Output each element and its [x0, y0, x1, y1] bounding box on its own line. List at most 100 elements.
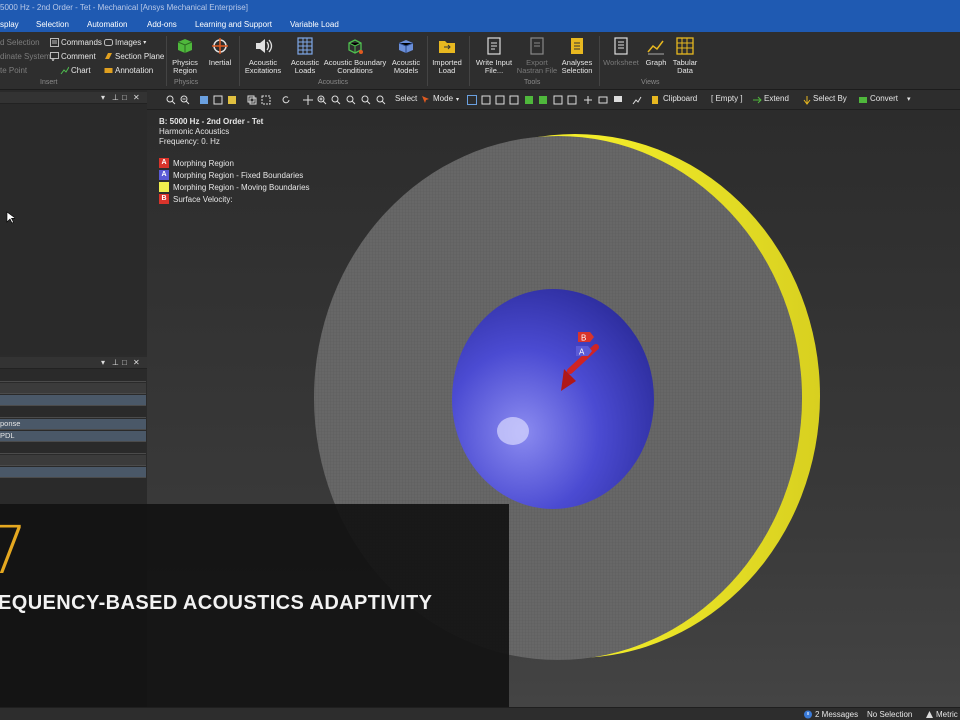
menu-learning-support[interactable]: Learning and Support	[195, 20, 272, 29]
close-icon[interactable]: ✕	[133, 358, 140, 367]
pin-icon[interactable]: ⊥	[112, 358, 119, 367]
box-select-icon[interactable]	[261, 95, 271, 105]
pan-icon[interactable]	[303, 95, 313, 105]
images-button[interactable]: Images ▾	[104, 38, 146, 47]
select-element-face-icon[interactable]	[553, 95, 563, 105]
convert-icon[interactable]	[858, 95, 868, 105]
details-row[interactable]	[0, 407, 146, 418]
physics-region-button[interactable]: Physics Region	[170, 35, 200, 75]
write-file-icon	[487, 37, 501, 55]
analysis-title: B: 5000 Hz - 2nd Order - Tet	[159, 117, 264, 126]
comment-icon[interactable]	[613, 95, 623, 105]
extend-icon[interactable]	[752, 95, 762, 105]
acoustic-excitations-button[interactable]: Acoustic Excitations	[241, 35, 285, 75]
units-icon[interactable]	[925, 710, 934, 719]
label-icon[interactable]	[598, 95, 608, 105]
select-edge-icon[interactable]	[481, 95, 491, 105]
acoustic-boundary-conditions-button[interactable]: Acoustic Boundary Conditions	[322, 35, 388, 75]
chart-icon[interactable]	[632, 95, 642, 105]
toolbar-overflow-icon[interactable]: ▾	[907, 95, 911, 103]
inertial-button[interactable]: Inertial	[205, 35, 235, 67]
select-by-icon[interactable]	[802, 95, 812, 105]
legend-item-moving-boundaries: Morphing Region - Moving Boundaries	[159, 181, 310, 193]
table-icon	[676, 37, 694, 55]
tabular-data-button[interactable]: Tabular Data	[670, 35, 700, 75]
legend-item-surface-velocity: B Surface Velocity:	[159, 193, 310, 205]
clipboard-dropdown[interactable]: Clipboard	[663, 94, 697, 103]
graph-button[interactable]: Graph	[642, 35, 670, 67]
write-input-file-button[interactable]: Write Input File...	[472, 35, 516, 75]
close-icon[interactable]: ✕	[133, 93, 140, 102]
extend-dropdown[interactable]: Extend	[764, 94, 789, 103]
select-body-icon[interactable]	[509, 95, 519, 105]
details-row[interactable]	[0, 455, 146, 466]
coordinate-system-button[interactable]: dinate System	[0, 52, 51, 61]
select-face-icon[interactable]	[495, 95, 505, 105]
rotate-icon[interactable]	[281, 95, 291, 105]
acoustic-loads-button[interactable]: Acoustic Loads	[288, 35, 322, 75]
remote-point-button[interactable]: te Point	[0, 66, 27, 75]
inner-sphere-fixed-boundary[interactable]	[452, 289, 654, 509]
analysis-frequency: Frequency: 0. Hz	[159, 137, 220, 146]
menu-display[interactable]: splay	[0, 20, 19, 29]
chevron-down-icon[interactable]: ▾	[101, 93, 105, 102]
zoom-in-icon[interactable]	[317, 95, 327, 105]
details-row[interactable]	[0, 383, 146, 394]
messages-icon[interactable]	[803, 710, 813, 719]
menu-bar: splay Selection Automation Add-ons Learn…	[0, 17, 960, 32]
chart-icon	[60, 66, 69, 75]
chevron-down-icon[interactable]: ▾	[101, 358, 105, 367]
maximize-icon[interactable]: □	[122, 358, 127, 367]
select-by-dropdown[interactable]: Select By	[813, 94, 847, 103]
zoom-fit-icon[interactable]	[346, 95, 356, 105]
cursor-mode-icon[interactable]	[421, 95, 431, 105]
details-row-apdl[interactable]: PDL	[0, 431, 146, 442]
select-mode-icon[interactable]	[247, 95, 257, 105]
annotation-button[interactable]: Annotation	[104, 66, 153, 75]
menu-variable-load[interactable]: Variable Load	[290, 20, 339, 29]
maximize-icon[interactable]: □	[122, 93, 127, 102]
pin-icon[interactable]: ⊥	[112, 93, 119, 102]
worksheet-button[interactable]: Worksheet	[602, 35, 640, 67]
zoom-icon[interactable]	[166, 95, 176, 105]
clipboard-icon[interactable]	[650, 95, 660, 105]
acoustic-models-button[interactable]: Acoustic Models	[388, 35, 424, 75]
shaded-view-icon[interactable]	[199, 95, 209, 105]
chart-button[interactable]: Chart	[60, 66, 91, 75]
edges-icon[interactable]	[227, 95, 237, 105]
zoom-to-fit-icon[interactable]	[361, 95, 371, 105]
details-row[interactable]	[0, 395, 146, 406]
chevron-down-icon: ▾	[456, 97, 460, 103]
select-vertex-icon[interactable]	[467, 95, 477, 105]
select-mesh-icon[interactable]	[567, 95, 577, 105]
legend-item-morphing-region: A Morphing Region	[159, 157, 310, 169]
convert-dropdown[interactable]: Convert	[870, 94, 898, 103]
analyses-selection-button[interactable]: Analyses Selection	[558, 35, 596, 75]
comment-button[interactable]: Comment	[50, 52, 96, 61]
menu-automation[interactable]: Automation	[87, 20, 127, 29]
split-icon[interactable]	[583, 95, 593, 105]
section-plane-button[interactable]: Section Plane	[104, 52, 164, 61]
select-button[interactable]: Select	[395, 94, 417, 103]
imported-load-button[interactable]: Imported Load	[430, 35, 464, 75]
messages-count[interactable]: 2 Messages	[815, 710, 858, 719]
viewport-legend: A Morphing Region A Morphing Region - Fi…	[159, 157, 310, 205]
zoom-out-icon[interactable]	[180, 95, 190, 105]
mode-dropdown[interactable]: Mode	[433, 94, 453, 103]
select-element-icon[interactable]	[538, 95, 548, 105]
units-display[interactable]: Metric	[936, 710, 958, 719]
commands-button[interactable]: Commands	[50, 38, 102, 47]
select-node-icon[interactable]	[524, 95, 534, 105]
magnifier-icon[interactable]	[376, 95, 386, 105]
zoom-box-icon[interactable]	[331, 95, 341, 105]
details-row[interactable]	[0, 443, 146, 454]
details-row-response[interactable]: ponse	[0, 419, 146, 430]
menu-selection[interactable]: Selection	[36, 20, 69, 29]
named-selection-button[interactable]: d Selection	[0, 38, 40, 47]
export-nastran-file-button[interactable]: Export Nastran File	[516, 35, 558, 75]
group-views-label: Views	[641, 79, 660, 86]
details-row[interactable]	[0, 371, 146, 382]
menu-add-ons[interactable]: Add-ons	[147, 20, 177, 29]
details-row[interactable]	[0, 467, 146, 478]
wireframe-icon[interactable]	[213, 95, 223, 105]
